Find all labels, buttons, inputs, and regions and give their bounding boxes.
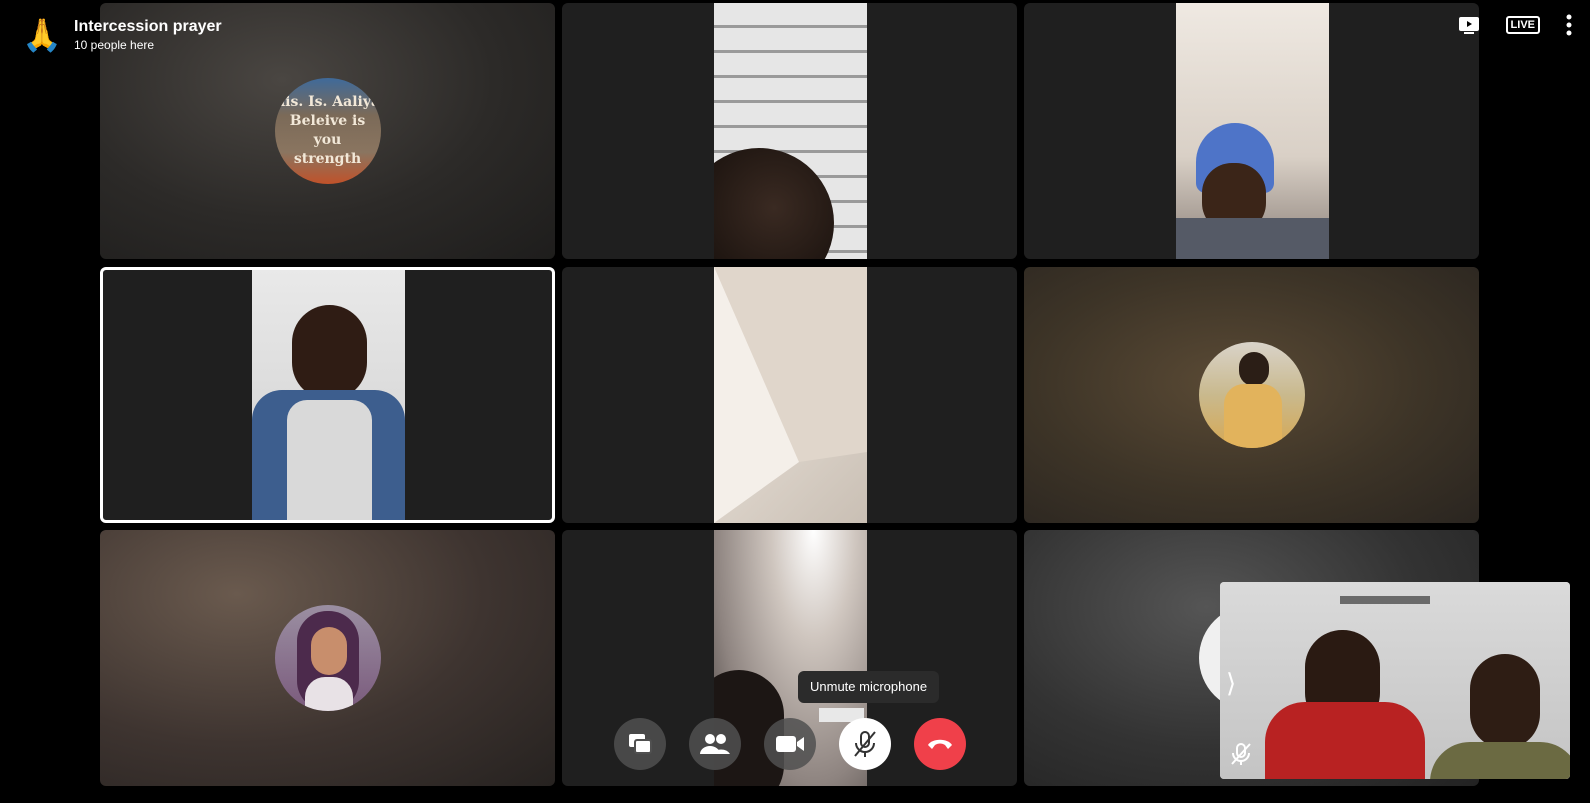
participant-tile-6[interactable] (1024, 267, 1479, 523)
participant-avatar (274, 605, 381, 711)
video-camera-icon (776, 736, 804, 752)
avatar-face (310, 627, 347, 675)
self-view-person-2-body (1430, 742, 1570, 779)
participant-tile-2[interactable] (562, 3, 1017, 259)
avatar-text-line-2: Beleive is you (289, 113, 366, 148)
participant-video (251, 270, 405, 520)
avatar-top (304, 677, 353, 711)
microphone-muted-icon (854, 731, 876, 757)
room-header: 🙏 Intercession prayer 10 people here (22, 17, 222, 53)
unmute-microphone-button[interactable] (839, 718, 891, 770)
avatar-shirt (1223, 384, 1282, 448)
self-view[interactable]: ⟩ (1220, 582, 1570, 779)
avatar-head (1238, 352, 1269, 386)
participant-tile-7[interactable] (100, 530, 555, 786)
screen-share-button[interactable] (614, 718, 666, 770)
participant-video (713, 3, 867, 259)
participant-video (713, 267, 867, 523)
camera-button[interactable] (764, 718, 816, 770)
participant-face (291, 305, 367, 400)
participant-body (1175, 218, 1329, 259)
avatar-text-line-1: his. Is. Aaliya (274, 94, 381, 110)
expand-self-view-icon[interactable]: ⟩ (1226, 668, 1236, 699)
self-view-person-1-body (1265, 702, 1425, 779)
ceiling-shape (713, 267, 867, 523)
people-icon (700, 734, 730, 754)
participant-avatar (1198, 342, 1305, 448)
participants-button[interactable] (689, 718, 741, 770)
avatar-text-line-3: strength (293, 151, 362, 167)
participant-video (1175, 3, 1329, 259)
live-icon[interactable]: LIVE (1505, 16, 1540, 34)
participant-avatar: his. Is. Aaliya Beleive is you strength (274, 78, 381, 184)
call-controls (614, 718, 966, 770)
participant-head (713, 148, 834, 259)
participant-tile-5[interactable] (562, 267, 1017, 523)
self-muted-microphone-icon (1230, 742, 1252, 771)
end-call-button[interactable] (914, 718, 966, 770)
door-sign (1340, 596, 1430, 604)
praying-hands-icon: 🙏 (22, 17, 62, 53)
participant-hoodie (286, 400, 372, 520)
screen-share-icon (629, 734, 652, 754)
room-info: Intercession prayer 10 people here (74, 17, 222, 53)
participant-count: 10 people here (74, 38, 155, 52)
avatar-text: his. Is. Aaliya Beleive is you strength (275, 93, 381, 169)
self-view-person-2-head (1470, 654, 1540, 749)
more-icon[interactable] (1566, 14, 1572, 36)
room-title: Intercession prayer (74, 18, 222, 35)
present-icon[interactable] (1458, 16, 1480, 34)
participant-tile-3[interactable] (1024, 3, 1479, 259)
top-toolbar: LIVE (1458, 14, 1572, 36)
hang-up-icon (928, 739, 952, 749)
participant-tile-4-active-speaker[interactable] (100, 267, 555, 523)
unmute-tooltip: Unmute microphone (798, 671, 940, 703)
